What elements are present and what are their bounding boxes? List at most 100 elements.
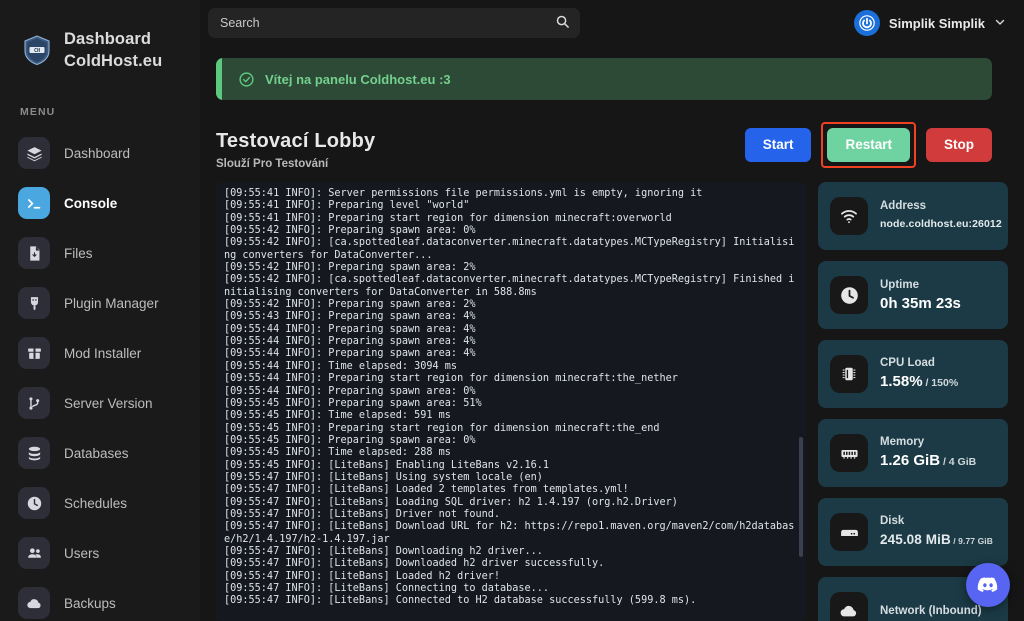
branch-icon (18, 387, 50, 419)
stat-card-uptime: Uptime 0h 35m 23s (818, 261, 1008, 329)
stat-value-main: 1.26 GiB (880, 451, 941, 469)
sidebar-item-label: Backups (64, 595, 116, 611)
sidebar-item-console[interactable]: Console (0, 178, 200, 228)
stat-value: 245.08 MiB / 9.77 GiB (880, 530, 993, 551)
ram-icon (830, 434, 868, 472)
chevron-down-icon[interactable] (994, 16, 1006, 31)
sidebar-item-databases[interactable]: Databases (0, 428, 200, 478)
hdd-icon (830, 513, 868, 551)
alert-message: Vítej na panelu Coldhost.eu :3 (265, 71, 451, 87)
page-title: Testovací Lobby (216, 130, 376, 152)
database-icon (18, 437, 50, 469)
sidebar-item-backups[interactable]: Backups (0, 578, 200, 621)
search-icon[interactable] (555, 14, 570, 34)
box-icon (18, 337, 50, 369)
stat-value-suffix: / 9.77 GiB (950, 535, 993, 546)
sidebar-item-label: Schedules (64, 495, 128, 511)
stat-value-suffix: / 150% (922, 376, 959, 389)
stat-body: Address node.coldhost.eu:26012 (880, 199, 1002, 234)
users-icon (18, 537, 50, 569)
terminal-icon (18, 187, 50, 219)
sidebar-item-label: Server Version (64, 395, 153, 411)
console-scrollbar[interactable] (799, 437, 803, 557)
stats-column: Address node.coldhost.eu:26012 Uptime 0h… (818, 182, 1008, 621)
sidebar-item-schedules[interactable]: Schedules (0, 478, 200, 528)
welcome-alert: Vítej na panelu Coldhost.eu :3 (216, 58, 992, 100)
sidebar-section-label: MENU (20, 106, 56, 118)
stat-value-main: 1.58% (880, 372, 923, 390)
coldhost-shield-logo-icon: CH (20, 33, 54, 67)
console-output: [09:55:41 INFO]: Server permissions file… (224, 188, 795, 607)
server-header-text: Testovací Lobby Slouží Pro Testování (216, 130, 745, 170)
stat-value: 1.26 GiB / 4 GiB (880, 451, 976, 472)
sidebar-item-plugin-manager[interactable]: Plugin Manager (0, 278, 200, 328)
user-name: Simplik Simplik (888, 15, 985, 31)
search-box[interactable] (208, 8, 580, 38)
svg-text:CH: CH (34, 48, 40, 54)
clock-icon (830, 276, 868, 314)
alert-zone: Vítej na panelu Coldhost.eu :3 (200, 46, 1024, 100)
user-menu[interactable]: Simplik Simplik (853, 10, 1008, 36)
stat-body: Disk 245.08 MiB / 9.77 GiB (880, 514, 993, 551)
topbar: Simplik Simplik (200, 0, 1024, 46)
search-input[interactable] (220, 16, 568, 30)
start-button[interactable]: Start (744, 128, 812, 162)
stat-label: Uptime (880, 278, 919, 291)
stat-body: Uptime 0h 35m 23s (880, 278, 961, 313)
restart-button[interactable]: Restart (827, 128, 910, 162)
restart-button-highlight: Restart (821, 122, 916, 168)
stat-card-cpu-load: CPU Load 1.58% / 150% (818, 340, 1008, 408)
sidebar-item-files[interactable]: Files (0, 228, 200, 278)
plug-icon (18, 287, 50, 319)
sidebar-item-label: Plugin Manager (64, 295, 159, 311)
stat-card-address: Address node.coldhost.eu:26012 (818, 182, 1008, 250)
stat-label: Disk (880, 514, 905, 527)
cpu-icon (830, 355, 868, 393)
wifi-icon (830, 197, 868, 235)
sidebar-item-users[interactable]: Users (0, 528, 200, 578)
stop-button[interactable]: Stop (926, 128, 992, 162)
sidebar-item-label: Databases (64, 445, 129, 461)
sidebar-nav: Dashboard Console Files Plugin Manager M… (0, 128, 200, 621)
stat-value: 0h 35m 23s (880, 294, 961, 312)
console-and-stats: [09:55:41 INFO]: Server permissions file… (200, 170, 1024, 621)
stat-card-disk: Disk 245.08 MiB / 9.77 GiB (818, 498, 1008, 566)
server-header: Testovací Lobby Slouží Pro Testování Sta… (200, 100, 1024, 170)
stat-label: CPU Load (880, 356, 935, 369)
brand-line-1: Dashboard (64, 30, 152, 48)
page-subtitle: Slouží Pro Testování (216, 158, 329, 170)
stat-value: node.coldhost.eu:26012 (880, 217, 1002, 230)
file-download-icon (18, 237, 50, 269)
network-icon (830, 592, 868, 621)
sidebar-item-label: Dashboard (64, 145, 131, 161)
stat-body: Network (Inbound) (880, 604, 982, 619)
stat-card-memory: Memory 1.26 GiB / 4 GiB (818, 419, 1008, 487)
brand-line-2: ColdHost.eu (64, 52, 163, 70)
clock-icon (18, 487, 50, 519)
sidebar-item-label: Users (64, 545, 100, 561)
discord-icon[interactable] (966, 563, 1010, 607)
sidebar-item-dashboard[interactable]: Dashboard (0, 128, 200, 178)
stat-value-suffix: / 4 GiB (940, 455, 977, 468)
sidebar-item-mod-installer[interactable]: Mod Installer (0, 328, 200, 378)
stat-body: Memory 1.26 GiB / 4 GiB (880, 435, 976, 472)
sidebar-item-label: Files (64, 245, 93, 261)
check-circle-icon (238, 71, 255, 88)
power-circle-avatar-icon (853, 10, 880, 36)
stat-value: 1.58% / 150% (880, 372, 958, 393)
main-area: Simplik Simplik Vítej na panelu Coldhost… (200, 0, 1024, 621)
cloud-icon (18, 587, 50, 619)
sidebar-item-label: Console (64, 195, 118, 211)
brand[interactable]: CH Dashboard ColdHost.eu (0, 22, 200, 78)
sidebar-item-server-version[interactable]: Server Version (0, 378, 200, 428)
stat-body: CPU Load 1.58% / 150% (880, 356, 958, 393)
power-action-buttons: Start Restart Stop (744, 122, 992, 170)
stat-label: Memory (880, 435, 925, 448)
app-root: CH Dashboard ColdHost.eu MENU Dashboard (0, 0, 1024, 621)
sidebar: CH Dashboard ColdHost.eu MENU Dashboard (0, 0, 200, 621)
stat-label: Network (Inbound) (880, 604, 982, 617)
console-panel[interactable]: [09:55:41 INFO]: Server permissions file… (216, 182, 806, 621)
stat-label: Address (880, 199, 927, 212)
layers-icon (18, 137, 50, 169)
stat-value-main: 245.08 MiB (880, 531, 951, 547)
